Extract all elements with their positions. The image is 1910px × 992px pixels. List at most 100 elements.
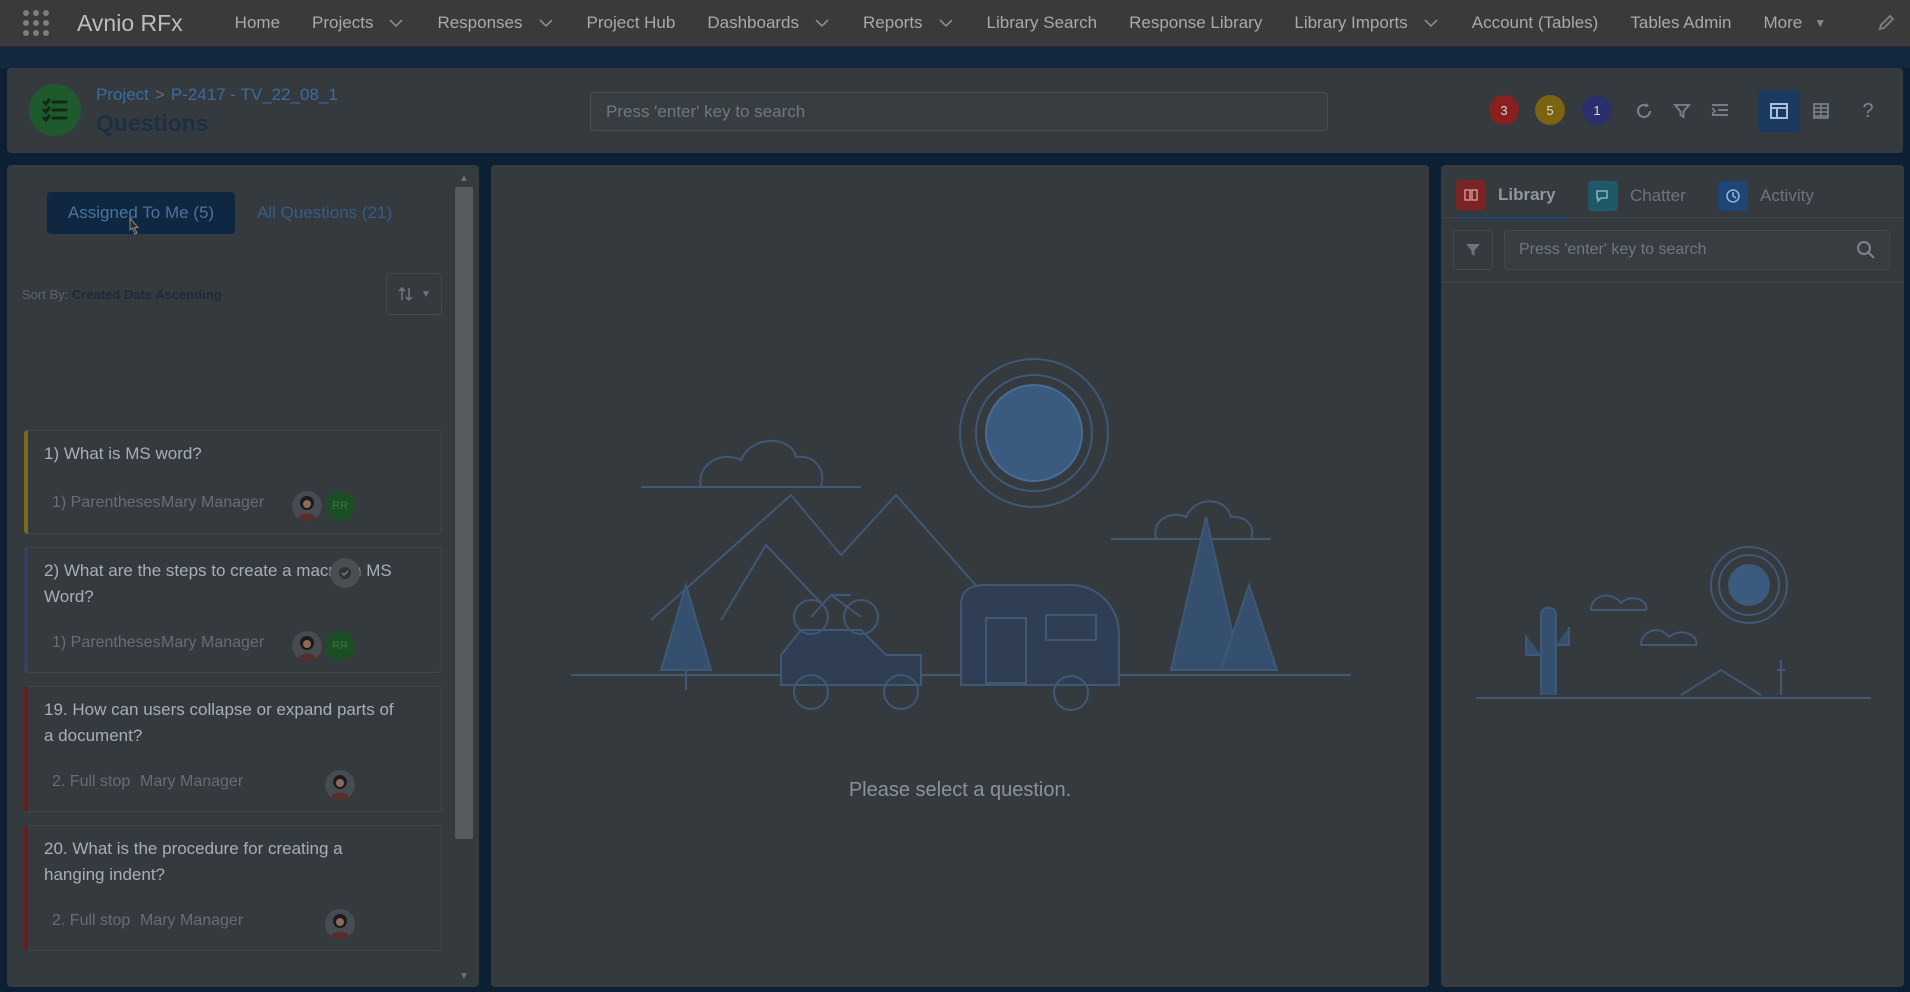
status-color-bar: [24, 547, 28, 673]
refresh-icon[interactable]: [1628, 95, 1660, 127]
filter-icon[interactable]: [1666, 95, 1698, 127]
breadcrumb-project-number[interactable]: P-2417 - TV_22_08_1: [171, 85, 338, 104]
nav-dashboards-label: Dashboards: [707, 13, 800, 32]
nav-home-label: Home: [234, 13, 281, 32]
tab-chatter[interactable]: Chatter: [1588, 173, 1686, 219]
question-detail-panel: Please select a question.: [491, 165, 1429, 987]
split-view-icon[interactable]: [1758, 90, 1800, 132]
question-section: 2. Full stop: [52, 912, 131, 929]
questions-panel: Assigned To Me (5) All Questions (21) So…: [7, 165, 479, 987]
edit-pencil-icon[interactable]: [1878, 13, 1898, 33]
breadcrumb-separator: >: [154, 85, 165, 104]
nav-library-search-label: Library Search: [986, 13, 1098, 32]
nav-responses[interactable]: Responses: [421, 0, 570, 47]
library-search-input[interactable]: [1504, 230, 1890, 270]
question-owner: Mary Manager: [161, 634, 265, 651]
sort-arrows-icon: [398, 286, 413, 302]
search-icon[interactable]: [1856, 240, 1876, 260]
nav-reports[interactable]: Reports: [847, 0, 971, 47]
app-name: Avnio RFx: [77, 9, 183, 36]
scroll-down-arrow-icon[interactable]: ▼: [459, 971, 469, 982]
nav-home[interactable]: Home: [219, 0, 296, 47]
chat-icon: [1588, 181, 1618, 211]
chevron-down-icon[interactable]: [937, 14, 955, 32]
library-filter-button[interactable]: [1453, 230, 1493, 270]
library-empty-illustration: [1476, 546, 1871, 699]
scrollbar-thumb[interactable]: [455, 187, 473, 839]
nav-library-search[interactable]: Library Search: [971, 0, 1114, 47]
tab-library[interactable]: Library: [1456, 173, 1570, 219]
nav-more[interactable]: More ▼: [1747, 0, 1842, 47]
chevron-down-icon[interactable]: [813, 14, 831, 32]
status-count-blue-value: 1: [1593, 102, 1601, 118]
page-header: Project>P-2417 - TV_22_08_1 Questions 3 …: [7, 68, 1903, 153]
nav-project-hub[interactable]: Project Hub: [571, 0, 692, 47]
sort-order-button[interactable]: ▼: [386, 273, 442, 315]
nav-tables-admin-label: Tables Admin: [1630, 13, 1732, 32]
search-divider: [1441, 282, 1904, 283]
nav-account-tables[interactable]: Account (Tables): [1456, 0, 1615, 47]
sort-lines-icon[interactable]: [1704, 95, 1736, 127]
help-icon[interactable]: ?: [1852, 95, 1884, 127]
nav-library-imports[interactable]: Library Imports: [1278, 0, 1455, 47]
nav-library-imports-label: Library Imports: [1294, 13, 1408, 32]
nav-responses-label: Responses: [437, 13, 523, 32]
nav-tables-admin[interactable]: Tables Admin: [1614, 0, 1747, 47]
breadcrumb: Project > P-2417 - TV_22_08_1: [96, 85, 338, 105]
header-background-stripe: [0, 47, 1910, 68]
status-count-yellow-value: 5: [1546, 102, 1554, 118]
status-count-red[interactable]: 3: [1489, 95, 1519, 125]
question-card[interactable]: 20. What is the procedure for creating a…: [24, 825, 442, 951]
user-avatar[interactable]: [292, 491, 322, 521]
question-text: 20. What is the procedure for creating a…: [44, 839, 343, 884]
nav-dashboards[interactable]: Dashboards: [691, 0, 847, 47]
user-initials-avatar[interactable]: RR: [325, 631, 355, 661]
user-avatar[interactable]: [325, 770, 355, 800]
question-card[interactable]: 19. How can users collapse or expand par…: [24, 686, 442, 812]
question-section: 1) Parentheses: [52, 634, 161, 651]
nav-projects[interactable]: Projects: [296, 0, 421, 47]
user-initials-avatar[interactable]: RR: [325, 491, 355, 521]
sort-prefix: Sort By:: [22, 287, 69, 302]
app-launcher-icon[interactable]: [19, 6, 53, 40]
breadcrumb-project-link[interactable]: Project: [96, 85, 149, 104]
sort-value: Created Date Ascending: [71, 287, 222, 302]
chevron-down-icon[interactable]: [387, 14, 405, 32]
nav-reports-label: Reports: [863, 13, 923, 32]
empty-state-message: Please select a question.: [848, 779, 1072, 801]
questions-list-icon: [29, 84, 81, 136]
tab-all-questions[interactable]: All Questions (21): [257, 192, 392, 234]
question-section: 1) Parentheses: [52, 494, 161, 511]
empty-state-illustration: [571, 358, 1351, 711]
tab-library-label: Library: [1498, 184, 1556, 204]
help-glyph: ?: [1862, 99, 1874, 122]
status-color-bar: [24, 686, 28, 812]
user-avatar[interactable]: [325, 909, 355, 939]
check-icon[interactable]: [330, 558, 360, 588]
question-card[interactable]: 1) What is MS word? 1) Parentheses Mary Ma…: [24, 430, 442, 534]
nav-projects-label: Projects: [312, 13, 374, 32]
scroll-up-arrow-icon[interactable]: ▲: [459, 173, 469, 184]
nav-project-hub-label: Project Hub: [586, 13, 676, 32]
nav-account-tables-label: Account (Tables): [1471, 13, 1599, 32]
clock-icon: [1718, 181, 1748, 211]
chevron-down-icon[interactable]: [1422, 14, 1440, 32]
chevron-down-icon[interactable]: [537, 14, 555, 32]
question-search-input[interactable]: [590, 92, 1328, 131]
status-count-yellow[interactable]: 5: [1535, 95, 1565, 125]
question-text: 19. How can users collapse or expand par…: [44, 700, 394, 745]
side-panel: Library Chatter Activity: [1441, 165, 1904, 987]
filter-icon: [1466, 244, 1480, 256]
page-title: Questions: [96, 110, 209, 136]
tab-activity[interactable]: Activity: [1718, 173, 1814, 219]
status-color-bar: [24, 825, 28, 951]
nav-response-library[interactable]: Response Library: [1113, 0, 1278, 47]
nav-response-library-label: Response Library: [1129, 13, 1263, 32]
question-card[interactable]: 2) What are the steps to create a macro …: [24, 547, 442, 673]
status-count-blue[interactable]: 1: [1582, 95, 1612, 125]
book-icon: [1456, 179, 1486, 210]
table-view-icon[interactable]: [1805, 95, 1837, 127]
question-section: 2. Full stop: [52, 773, 131, 790]
user-avatar[interactable]: [292, 631, 322, 661]
tab-activity-label: Activity: [1760, 186, 1814, 205]
